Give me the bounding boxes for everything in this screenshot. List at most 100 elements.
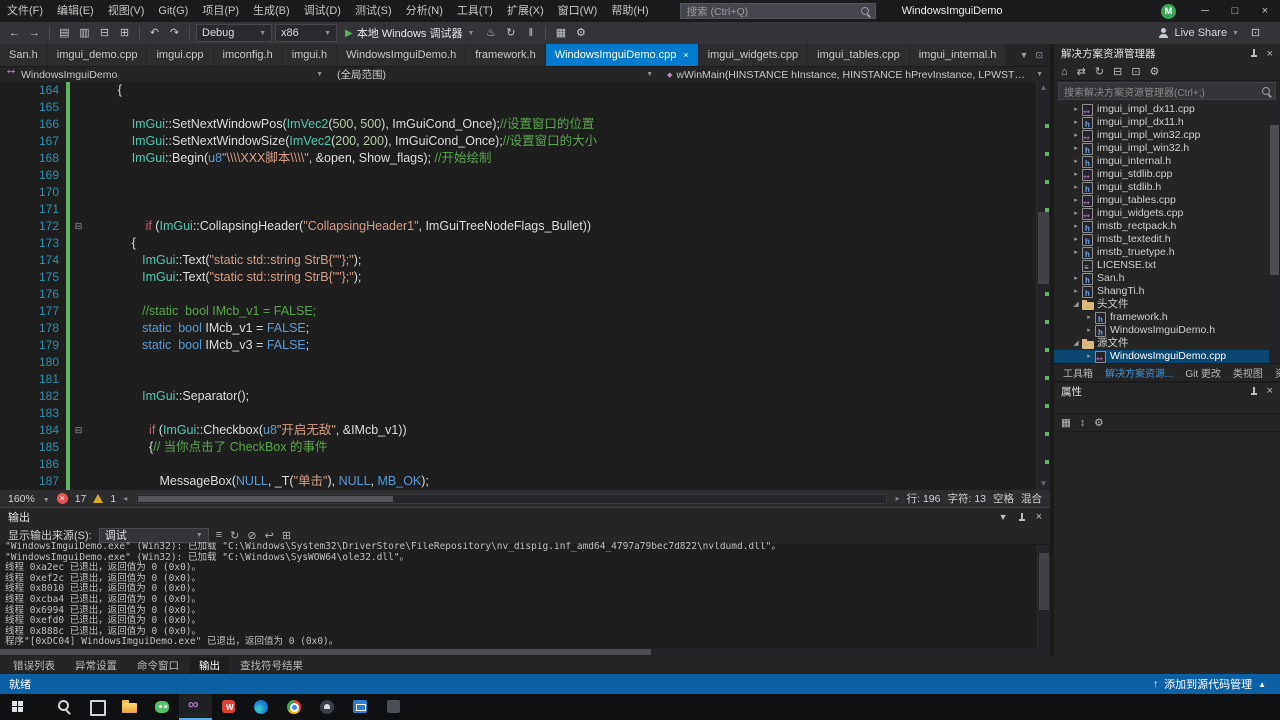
menu-item-0[interactable]: 文件(F) — [0, 0, 50, 22]
tab-imgui_widgets.cpp[interactable]: imgui_widgets.cpp — [698, 44, 808, 66]
redo-icon[interactable]: ↷ — [166, 23, 183, 43]
tree-item-imgui_widgets.cpp[interactable]: ▸imgui_widgets.cpp — [1054, 207, 1280, 223]
property-pages-icon[interactable]: ⚙ — [1094, 417, 1103, 429]
panel-tab-资源视图[interactable]: 资源视图 — [1270, 365, 1280, 380]
live-share-button[interactable]: Live Share ▼ — [1158, 27, 1239, 39]
horizontal-scrollbar-thumb[interactable] — [138, 495, 393, 502]
window-position-icon[interactable]: ▼ — [999, 512, 1008, 522]
collapsed-arrow-icon[interactable]: ▸ — [1071, 285, 1081, 298]
tree-item-imgui_impl_dx11.cpp[interactable]: ▸imgui_impl_dx11.cpp — [1054, 103, 1280, 119]
tab-imgui_internal.h[interactable]: imgui_internal.h — [909, 44, 1006, 66]
collapsed-arrow-icon[interactable]: ▸ — [1084, 311, 1094, 324]
tab-imgui.cpp[interactable]: imgui.cpp — [147, 44, 213, 66]
code-line-171[interactable]: 171 — [0, 201, 1036, 218]
breadcrumb-project-dropdown[interactable]: WindowsImguiDemo ▼ — [0, 67, 330, 83]
close-tab-icon[interactable]: × — [683, 50, 688, 60]
output-content[interactable]: "WindowsImguiDemo.exe" (Win32): 已加载 "C:\… — [0, 542, 1050, 648]
collapsed-arrow-icon[interactable]: ▸ — [1071, 116, 1081, 129]
tree-item-imgui_internal.h[interactable]: ▸imgui_internal.h — [1054, 155, 1280, 170]
new-file-icon[interactable]: ▤ — [56, 23, 73, 43]
line-ending-indicator[interactable]: 混合 — [1021, 491, 1042, 506]
taskbar-wps-button[interactable] — [212, 694, 245, 720]
close-panel-icon[interactable]: × — [1036, 511, 1042, 523]
code-line-167[interactable]: 167 ImGui::SetNextWindowSize(ImVec2(200,… — [0, 133, 1036, 150]
code-line-187[interactable]: 187 MessageBox(NULL, _T("单击"), NULL, MB_… — [0, 473, 1036, 490]
code-line-177[interactable]: 177 //static bool IMcb_v1 = FALSE; — [0, 303, 1036, 320]
code-line-175[interactable]: 175 ImGui::Text("static std::string StrB… — [0, 269, 1036, 286]
pin-icon[interactable] — [1017, 512, 1027, 522]
collapsed-arrow-icon[interactable]: ▸ — [1071, 142, 1081, 155]
clear-output-icon[interactable]: ⊘ — [247, 529, 256, 542]
tab-San.h[interactable]: San.h — [0, 44, 47, 66]
scroll-down-icon[interactable]: ▼ — [1037, 478, 1050, 490]
collapsed-arrow-icon[interactable]: ▸ — [1071, 220, 1081, 233]
taskbar-task-view-button[interactable] — [80, 694, 113, 720]
scroll-up-icon[interactable]: ▲ — [1037, 82, 1050, 94]
menu-item-4[interactable]: 项目(P) — [195, 0, 246, 22]
account-avatar[interactable]: M — [1161, 3, 1176, 19]
breadcrumb-member-dropdown[interactable]: ◆ wWinMain(HINSTANCE hInstance, HINSTANC… — [660, 67, 1050, 83]
tree-item-imstb_truetype.h[interactable]: ▸imstb_truetype.h — [1054, 246, 1280, 261]
collapsed-arrow-icon[interactable]: ▸ — [1071, 233, 1081, 246]
tree-item-imstb_rectpack.h[interactable]: ▸imstb_rectpack.h — [1054, 220, 1280, 235]
minimize-button[interactable]: ─ — [1190, 0, 1220, 22]
panel-tab-解决方案资源...[interactable]: 解决方案资源... — [1100, 365, 1178, 380]
taskbar-edge-button[interactable] — [245, 694, 278, 720]
tab-overflow-icon[interactable]: ▼ — [1020, 50, 1029, 60]
code-line-164[interactable]: 164 { — [0, 82, 1036, 99]
tree-item-San.h[interactable]: ▸San.h — [1054, 272, 1280, 287]
pin-icon[interactable] — [1249, 49, 1259, 58]
code-line-186[interactable]: 186 — [0, 456, 1036, 473]
error-count[interactable]: 17 — [75, 493, 87, 505]
spaces-indicator[interactable]: 空格 — [993, 491, 1014, 506]
save-icon[interactable]: ⊟ — [96, 23, 113, 43]
taskbar-dev-app-button[interactable] — [377, 694, 410, 720]
taskbar-mail-app-button[interactable] — [344, 694, 377, 720]
tab-WindowsImguiDemo.cpp[interactable]: WindowsImguiDemo.cpp × — [545, 44, 698, 66]
tree-item-WindowsImguiDemo.cpp[interactable]: ▸WindowsImguiDemo.cpp — [1054, 350, 1280, 363]
solution-configuration-dropdown[interactable]: Debug ▼ — [196, 24, 272, 42]
refresh-icon[interactable]: ↻ — [230, 529, 239, 542]
properties-grid[interactable] — [1054, 432, 1280, 656]
bottom-tab-查找符号结果[interactable]: 查找符号结果 — [231, 657, 312, 674]
options-icon[interactable]: ⚙ — [572, 23, 589, 43]
menu-item-3[interactable]: Git(G) — [151, 0, 195, 22]
vertical-scrollbar-thumb[interactable] — [1039, 553, 1049, 610]
collapsed-arrow-icon[interactable]: ▸ — [1084, 324, 1094, 337]
messages-icon[interactable]: ≡ — [216, 529, 222, 541]
tab-imconfig.h[interactable]: imconfig.h — [213, 44, 282, 66]
expanded-arrow-icon[interactable]: ◢ — [1071, 337, 1081, 350]
tab-imgui_tables.cpp[interactable]: imgui_tables.cpp — [808, 44, 909, 66]
horizontal-scrollbar-thumb[interactable] — [0, 649, 651, 655]
taskbar-file-explorer-button[interactable] — [113, 694, 146, 720]
menu-item-5[interactable]: 生成(B) — [246, 0, 297, 22]
menu-item-10[interactable]: 扩展(X) — [500, 0, 551, 22]
pause-icon[interactable]: ‖ — [522, 23, 539, 43]
expanded-arrow-icon[interactable]: ◢ — [1071, 298, 1081, 311]
zoom-dropdown[interactable]: 160% ▼ — [8, 493, 50, 505]
fold-collapse-icon[interactable]: ⊟ — [70, 218, 87, 235]
tab-framework.h[interactable]: framework.h — [466, 44, 545, 66]
code-line-165[interactable]: 165 — [0, 99, 1036, 116]
close-button[interactable]: × — [1250, 0, 1280, 22]
source-control-button[interactable]: ↑ 添加到源代码管理 ▲ — [1153, 676, 1280, 692]
menu-item-7[interactable]: 测试(S) — [348, 0, 399, 22]
tab-imgui.h[interactable]: imgui.h — [282, 44, 337, 66]
open-file-icon[interactable]: ▥ — [76, 23, 93, 43]
collapsed-arrow-icon[interactable]: ▸ — [1071, 168, 1081, 181]
error-count-icon[interactable] — [56, 493, 68, 504]
tree-item-imgui_impl_win32.h[interactable]: ▸imgui_impl_win32.h — [1054, 142, 1280, 157]
taskbar-visual-studio-button[interactable] — [179, 694, 212, 720]
collapsed-arrow-icon[interactable]: ▸ — [1071, 129, 1081, 142]
switch-views-icon[interactable]: ⇄ — [1077, 65, 1086, 78]
menu-item-6[interactable]: 调试(D) — [297, 0, 348, 22]
menu-item-9[interactable]: 工具(T) — [450, 0, 500, 22]
editor-vertical-scrollbar[interactable]: ▲ ▼ — [1036, 82, 1050, 490]
collapsed-arrow-icon[interactable]: ▸ — [1071, 155, 1081, 168]
editor-horizontal-scrollbar[interactable] — [136, 493, 887, 504]
maximize-button[interactable]: □ — [1220, 0, 1250, 22]
code-line-184[interactable]: 184 ⊟ if (ImGui::Checkbox(u8"开启无敌", &IMcb… — [0, 422, 1036, 439]
code-line-179[interactable]: 179 static bool IMcb_v3 = FALSE; — [0, 337, 1036, 354]
bottom-tab-命令窗口[interactable]: 命令窗口 — [128, 657, 188, 674]
tree-item-imgui_tables.cpp[interactable]: ▸imgui_tables.cpp — [1054, 194, 1280, 210]
